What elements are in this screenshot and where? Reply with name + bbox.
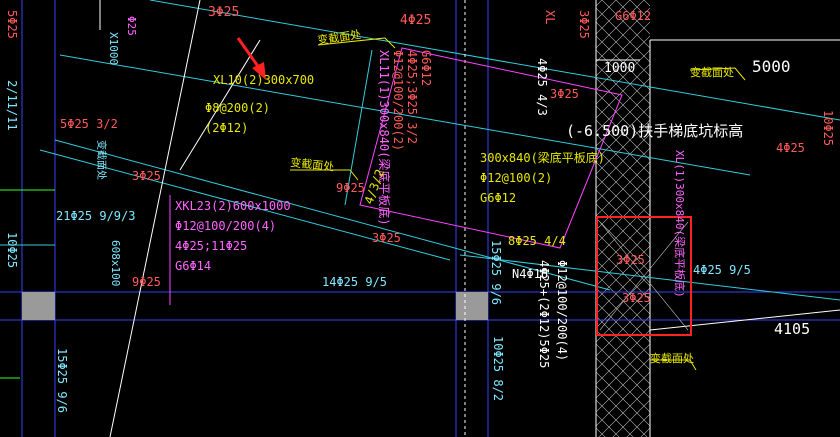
far-right-xl-label: XL(1)300x840(梁底平板底) <box>673 150 687 298</box>
elevation-label: (-6.500)扶手梯底坑标高 <box>566 122 743 140</box>
far-right-4phi25-label: 4Φ25 <box>776 141 805 155</box>
xl11-title: XL11(1)300x840(梁底平板底) <box>377 50 392 226</box>
top-phi25-col: 3Φ25 <box>577 10 591 39</box>
column-block-left <box>22 292 55 320</box>
left-608-label: 608x100 <box>109 240 122 286</box>
kink-label-4: 变截面处 <box>650 351 694 365</box>
xl10-waist: (2Φ12) <box>205 121 248 135</box>
bottom-14phi25-label: 14Φ25 9/5 <box>322 275 387 289</box>
col-stirrup-label: Φ12@100/200(4) <box>555 260 569 361</box>
cad-drawing-canvas: 3Φ25 4Φ25 变截面处 X1000 Φ25 XL 3Φ25 G6Φ12 X… <box>0 0 840 437</box>
col-3phi25-label: 3Φ25 <box>550 87 579 101</box>
col-10phi25-label: 10Φ25 8/2 <box>491 336 505 401</box>
right-4phi25-label: 4Φ25 9/5 <box>693 263 751 277</box>
mid-3phi25-b-label: 3Φ25 <box>372 231 401 245</box>
dim-5000: 5000 <box>752 57 791 76</box>
col-4phi25-label: 4Φ25 4/3 <box>535 58 549 116</box>
left-9phi25-label: 9Φ25 <box>132 275 161 289</box>
col-15phi25-label: 15Φ25 9/6 <box>489 240 503 305</box>
hl-3phi25-a-label: 3Φ25 <box>616 253 645 267</box>
left-2-11-11-label: 2/11/11 <box>5 80 19 131</box>
xl11-stirrup: Φ12@100/200(2) <box>391 50 405 151</box>
dim-1000: 1000 <box>604 61 635 76</box>
dim-4105: 4105 <box>774 320 810 338</box>
left-5phi-label: 5Φ25 <box>5 10 19 39</box>
xl11-bars: 4Φ25;3Φ25 3/2 <box>405 50 419 144</box>
xl10-stirrup: Φ8@200(2) <box>205 101 270 115</box>
left-5phi25-label: 5Φ25 3/2 <box>60 117 118 131</box>
mid-3phi25-a-label: 3Φ25 <box>132 169 161 183</box>
xkl23-stirrup: Φ12@100/200(4) <box>175 219 276 233</box>
top-4phi25-label: 4Φ25 <box>400 13 431 28</box>
hl-3phi25-b-label: 3Φ25 <box>622 291 651 305</box>
kink-label-3: 变截面处 <box>690 65 734 79</box>
left-10phi25-label: 10Φ25 <box>5 232 19 268</box>
spec-stirrup: Φ12@100(2) <box>480 171 552 185</box>
xkl23-waist: G6Φ14 <box>175 259 211 273</box>
top-3phi25-label: 3Φ25 <box>208 5 239 20</box>
top-xl-c-label: XL <box>543 10 557 24</box>
left-15phi25-label: 15Φ25 9/6 <box>55 348 69 413</box>
column-block-mid <box>456 292 488 320</box>
kink-label-left: 变截面处 <box>95 140 108 180</box>
xkl23-title: XKL23(2)600x1000 <box>175 199 291 213</box>
spec-waist: G6Φ12 <box>480 191 516 205</box>
top-x1000-label: X1000 <box>107 32 120 65</box>
col-4phi25b-label: 4Φ25+(2Φ12)5Φ25 <box>537 260 551 368</box>
far-right-10phi25-label: 10Φ25 <box>821 110 835 146</box>
left-21phi25-label: 21Φ25 9/9/3 <box>56 209 135 223</box>
top-g6-label: G6Φ12 <box>615 9 651 23</box>
top-phi25-vertical: Φ25 <box>125 16 138 36</box>
xl11-waist: G6Φ12 <box>419 50 433 86</box>
xl10-title: XL10(2)300x700 <box>213 73 314 87</box>
right-8phi25-label: 8Φ25 4/4 <box>508 234 566 248</box>
mid-9phi25-label: 9Φ25 <box>336 181 365 195</box>
spec-300x840: 300x840(梁底平板底) <box>480 150 605 165</box>
xkl23-bars: 4Φ25;11Φ25 <box>175 239 247 253</box>
